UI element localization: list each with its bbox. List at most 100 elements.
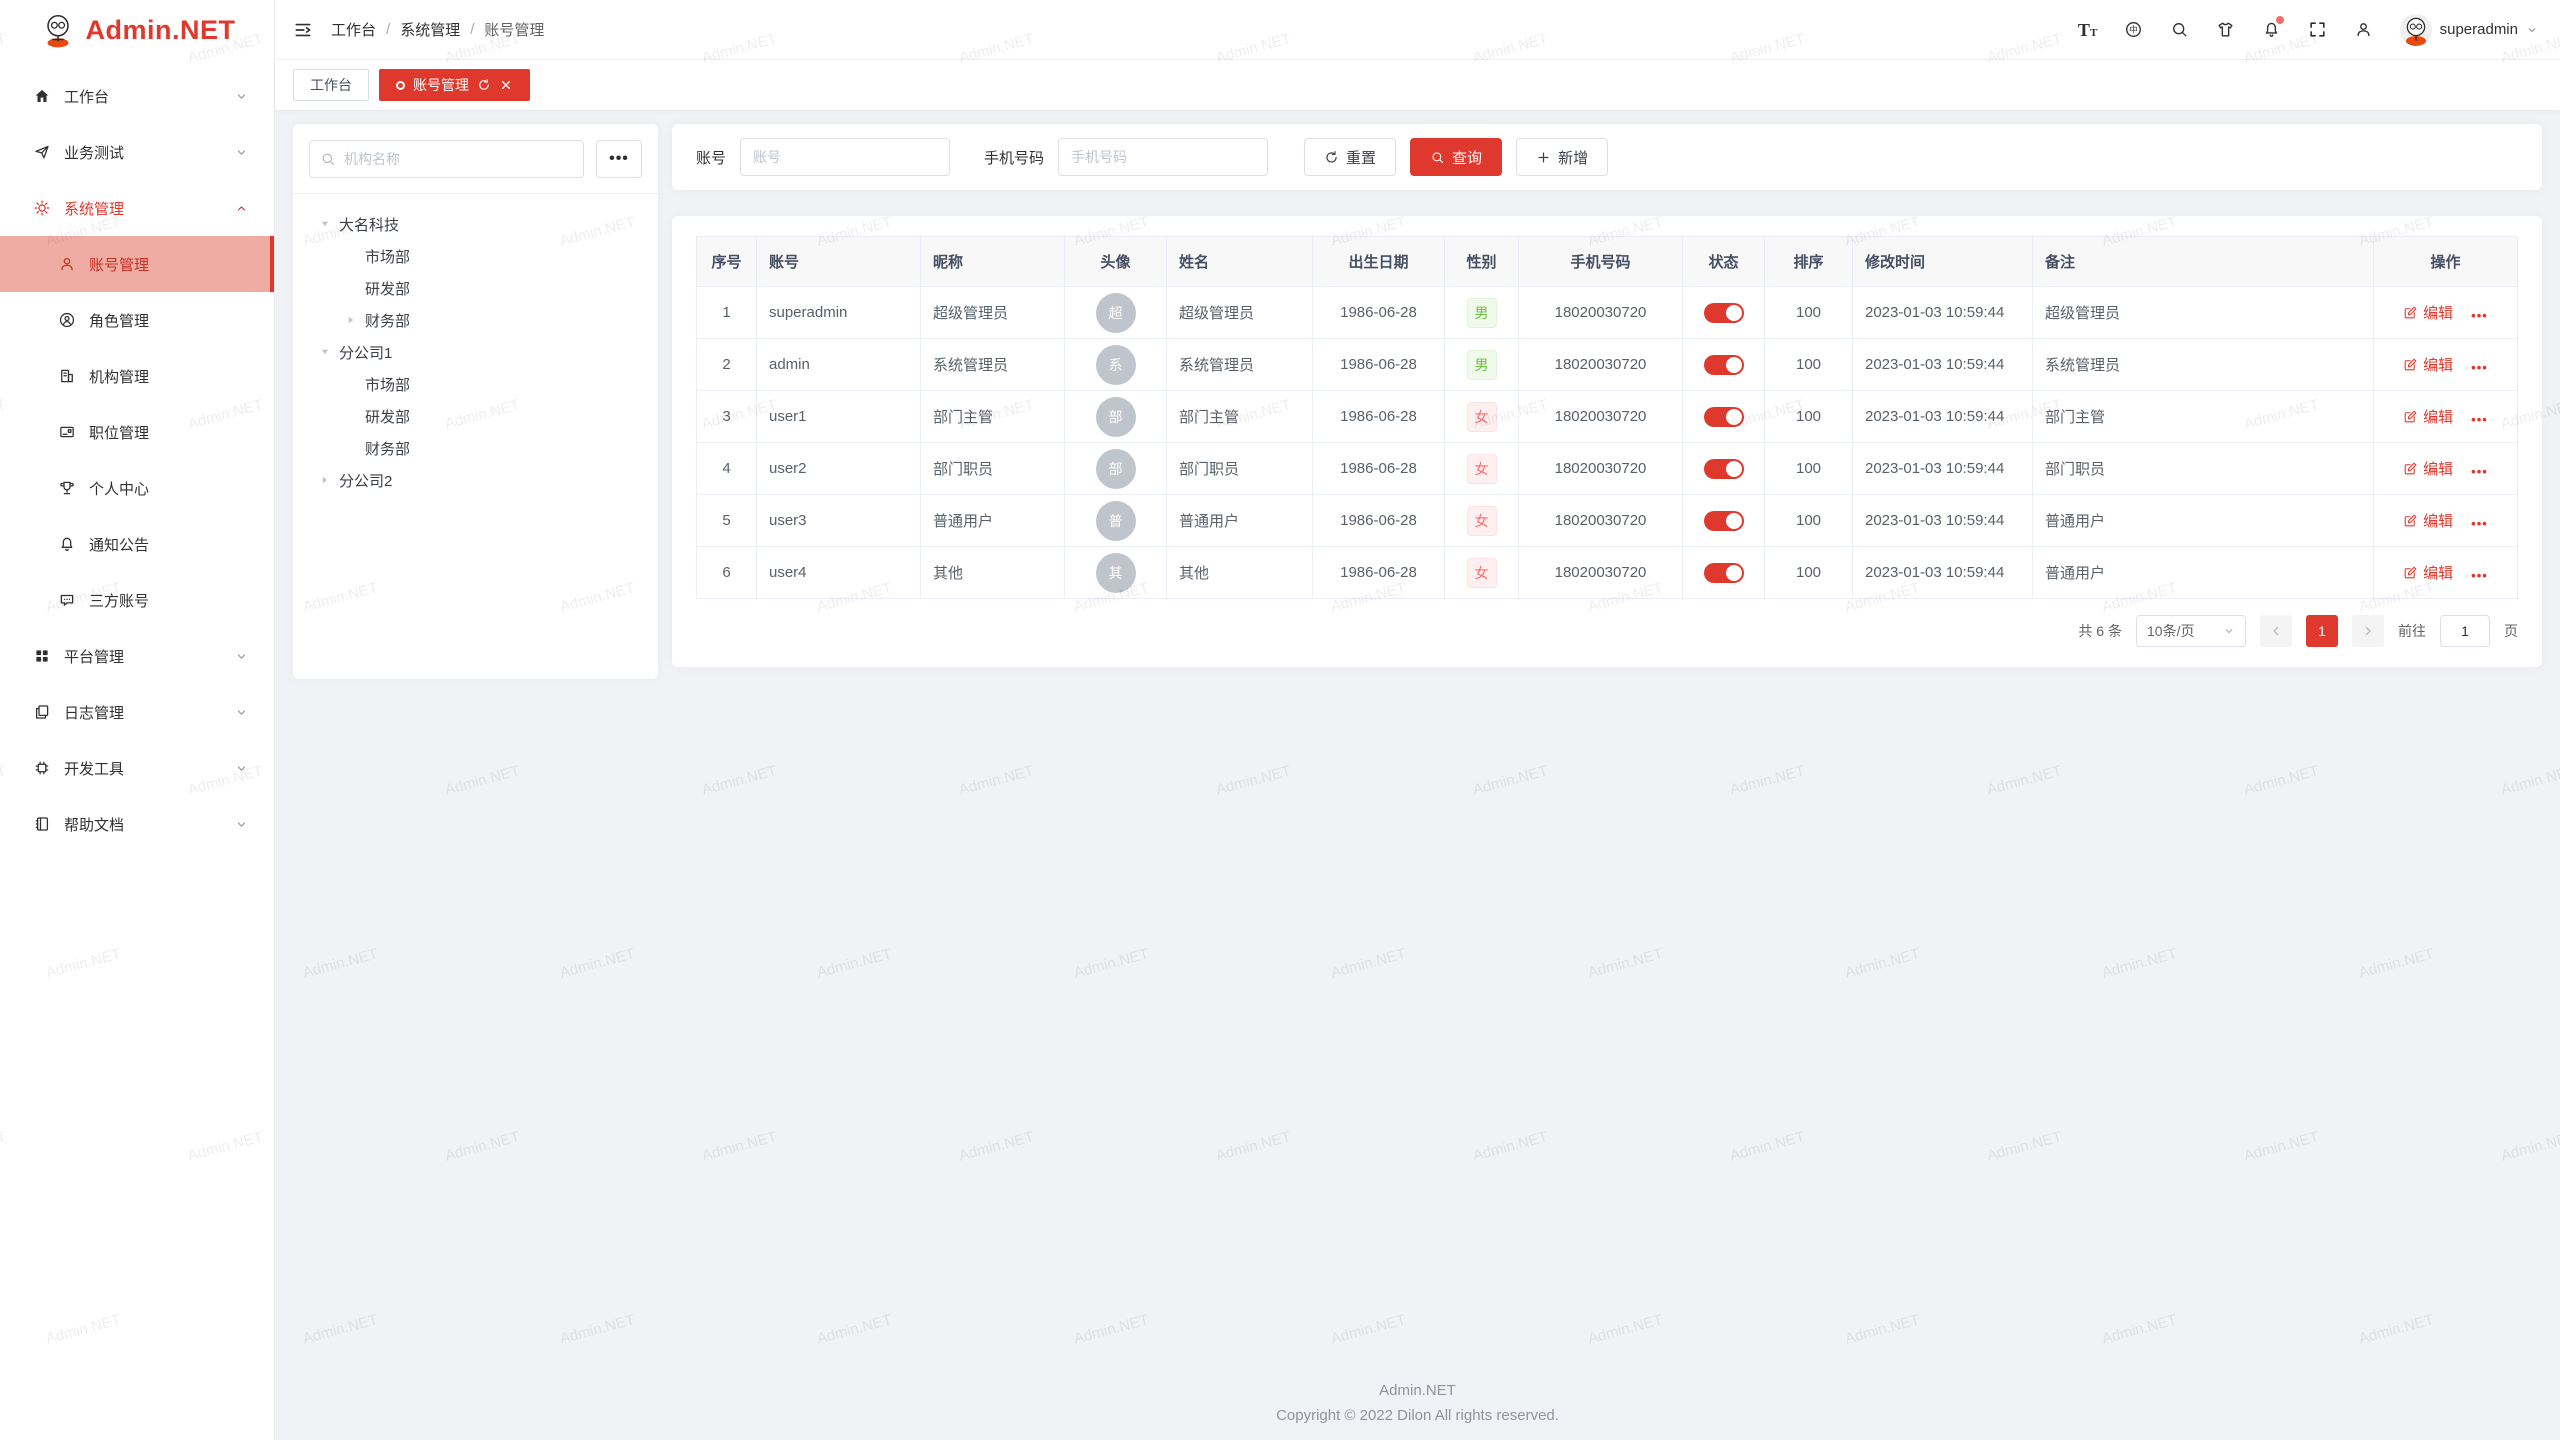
status-toggle[interactable] [1704, 511, 1744, 531]
sidebar-item-help-docs[interactable]: 帮助文档 [0, 796, 274, 852]
chev-up-icon [235, 202, 248, 215]
cell-nickname: 超级管理员 [921, 287, 1065, 339]
sidebar-item-system-management[interactable]: 系统管理 [0, 180, 274, 236]
sidebar-item-role-management[interactable]: 角色管理 [0, 292, 274, 348]
cell-birthday: 1986-06-28 [1313, 391, 1445, 443]
tab-account-management[interactable]: 账号管理 [379, 69, 530, 101]
language-button[interactable]: 中 [2114, 10, 2154, 50]
tree-node-label: 财务部 [365, 438, 410, 459]
status-toggle[interactable] [1704, 355, 1744, 375]
reset-button[interactable]: 重置 [1304, 138, 1396, 176]
account-input[interactable] [740, 138, 950, 176]
menu-fold-icon[interactable] [293, 20, 313, 40]
sidebar-item-business-test[interactable]: 业务测试 [0, 124, 274, 180]
search-button[interactable]: 查询 [1410, 138, 1502, 176]
fullscreen-button[interactable] [2298, 10, 2338, 50]
row-more-button[interactable]: ••• [2471, 412, 2488, 427]
table-row: 1superadmin超级管理员超超级管理员1986-06-28男1802003… [697, 287, 2518, 339]
status-toggle[interactable] [1704, 407, 1744, 427]
tree-node-label: 大名科技 [339, 214, 399, 235]
cell-avatar: 部 [1065, 443, 1167, 495]
tree-node[interactable]: 大名科技 [309, 208, 642, 240]
tab-refresh-icon[interactable] [477, 78, 491, 92]
tree-node[interactable]: 分公司1 [309, 336, 642, 368]
cell-phone: 18020030720 [1519, 287, 1683, 339]
user-icon [58, 255, 76, 273]
user-menu[interactable]: superadmin [2400, 14, 2538, 46]
edit-button[interactable]: 编辑 [2403, 406, 2453, 427]
person-icon [2354, 20, 2373, 39]
tree-node-label: 市场部 [365, 246, 410, 267]
row-more-button[interactable]: ••• [2471, 360, 2488, 375]
edit-icon [2403, 357, 2418, 372]
tree-node[interactable]: 分公司2 [309, 464, 642, 496]
tree-node[interactable]: 市场部 [309, 240, 642, 272]
add-button[interactable]: 新增 [1516, 138, 1608, 176]
sidebar-item-label: 个人中心 [89, 478, 248, 499]
tree-node[interactable]: 市场部 [309, 368, 642, 400]
theme-skin-button[interactable] [2206, 10, 2246, 50]
cell-order: 100 [1765, 339, 1853, 391]
phone-input[interactable] [1058, 138, 1268, 176]
prev-page-button[interactable] [2260, 615, 2292, 647]
edit-button[interactable]: 编辑 [2403, 510, 2453, 531]
sidebar-item-personal-center[interactable]: 个人中心 [0, 460, 274, 516]
cell-modified: 2023-01-03 10:59:44 [1853, 287, 2033, 339]
tab-label: 工作台 [310, 75, 352, 95]
toggle-knob [1726, 513, 1742, 529]
font-size-button[interactable]: TT [2068, 10, 2108, 50]
edit-button[interactable]: 编辑 [2403, 562, 2453, 583]
org-search-input[interactable] [309, 140, 584, 178]
edit-button[interactable]: 编辑 [2403, 302, 2453, 323]
notification-button[interactable] [2252, 10, 2292, 50]
tree-node[interactable]: 财务部 [309, 432, 642, 464]
shirt-icon [2216, 20, 2235, 39]
page-size-select[interactable]: 10条/页 [2136, 615, 2246, 647]
edit-button[interactable]: 编辑 [2403, 458, 2453, 479]
sidebar-item-workbench[interactable]: 工作台 [0, 68, 274, 124]
current-page-button[interactable]: 1 [2306, 615, 2338, 647]
sidebar-item-account-management[interactable]: 账号管理 [0, 236, 274, 292]
breadcrumb-item-workbench[interactable]: 工作台 [331, 19, 376, 40]
cell-order: 100 [1765, 547, 1853, 599]
status-toggle[interactable] [1704, 303, 1744, 323]
next-page-button[interactable] [2352, 615, 2384, 647]
page-content: ••• 大名科技市场部研发部财务部分公司1市场部研发部财务部分公司2 账号 手机… [275, 110, 2560, 1440]
sidebar-item-label: 职位管理 [89, 422, 248, 443]
toggle-knob [1726, 305, 1742, 321]
logo[interactable]: Admin.NET [0, 0, 274, 60]
sidebar-item-notice[interactable]: 通知公告 [0, 516, 274, 572]
gender-badge: 男 [1467, 298, 1497, 328]
tree-node[interactable]: 研发部 [309, 272, 642, 304]
tab-workbench[interactable]: 工作台 [293, 69, 369, 101]
sidebar-item-platform-management[interactable]: 平台管理 [0, 628, 274, 684]
status-toggle[interactable] [1704, 563, 1744, 583]
tree-node[interactable]: 财务部 [309, 304, 642, 336]
cell-order: 100 [1765, 443, 1853, 495]
org-tree: 大名科技市场部研发部财务部分公司1市场部研发部财务部分公司2 [309, 194, 642, 496]
row-more-button[interactable]: ••• [2471, 516, 2488, 531]
cell-nickname: 部门主管 [921, 391, 1065, 443]
edit-icon [2403, 409, 2418, 424]
goto-page-input[interactable] [2440, 615, 2490, 647]
edit-button[interactable]: 编辑 [2403, 354, 2453, 375]
row-more-button[interactable]: ••• [2471, 464, 2488, 479]
row-more-button[interactable]: ••• [2471, 308, 2488, 323]
cell-avatar: 部 [1065, 391, 1167, 443]
tab-close-icon[interactable] [499, 78, 513, 92]
breadcrumb-item-system[interactable]: 系统管理 [400, 19, 460, 40]
sidebar-item-position-management[interactable]: 职位管理 [0, 404, 274, 460]
sidebar-item-log-management[interactable]: 日志管理 [0, 684, 274, 740]
sidebar-item-org-management[interactable]: 机构管理 [0, 348, 274, 404]
global-search-button[interactable] [2160, 10, 2200, 50]
column-header: 昵称 [921, 237, 1065, 287]
sidebar-item-dev-tools[interactable]: 开发工具 [0, 740, 274, 796]
sidebar-item-third-party-account[interactable]: 三方账号 [0, 572, 274, 628]
status-toggle[interactable] [1704, 459, 1744, 479]
chev-down-icon [235, 146, 248, 159]
row-more-button[interactable]: ••• [2471, 568, 2488, 583]
tree-more-button[interactable]: ••• [596, 140, 642, 178]
tree-node[interactable]: 研发部 [309, 400, 642, 432]
cell-status [1683, 287, 1765, 339]
profile-button[interactable] [2344, 10, 2384, 50]
